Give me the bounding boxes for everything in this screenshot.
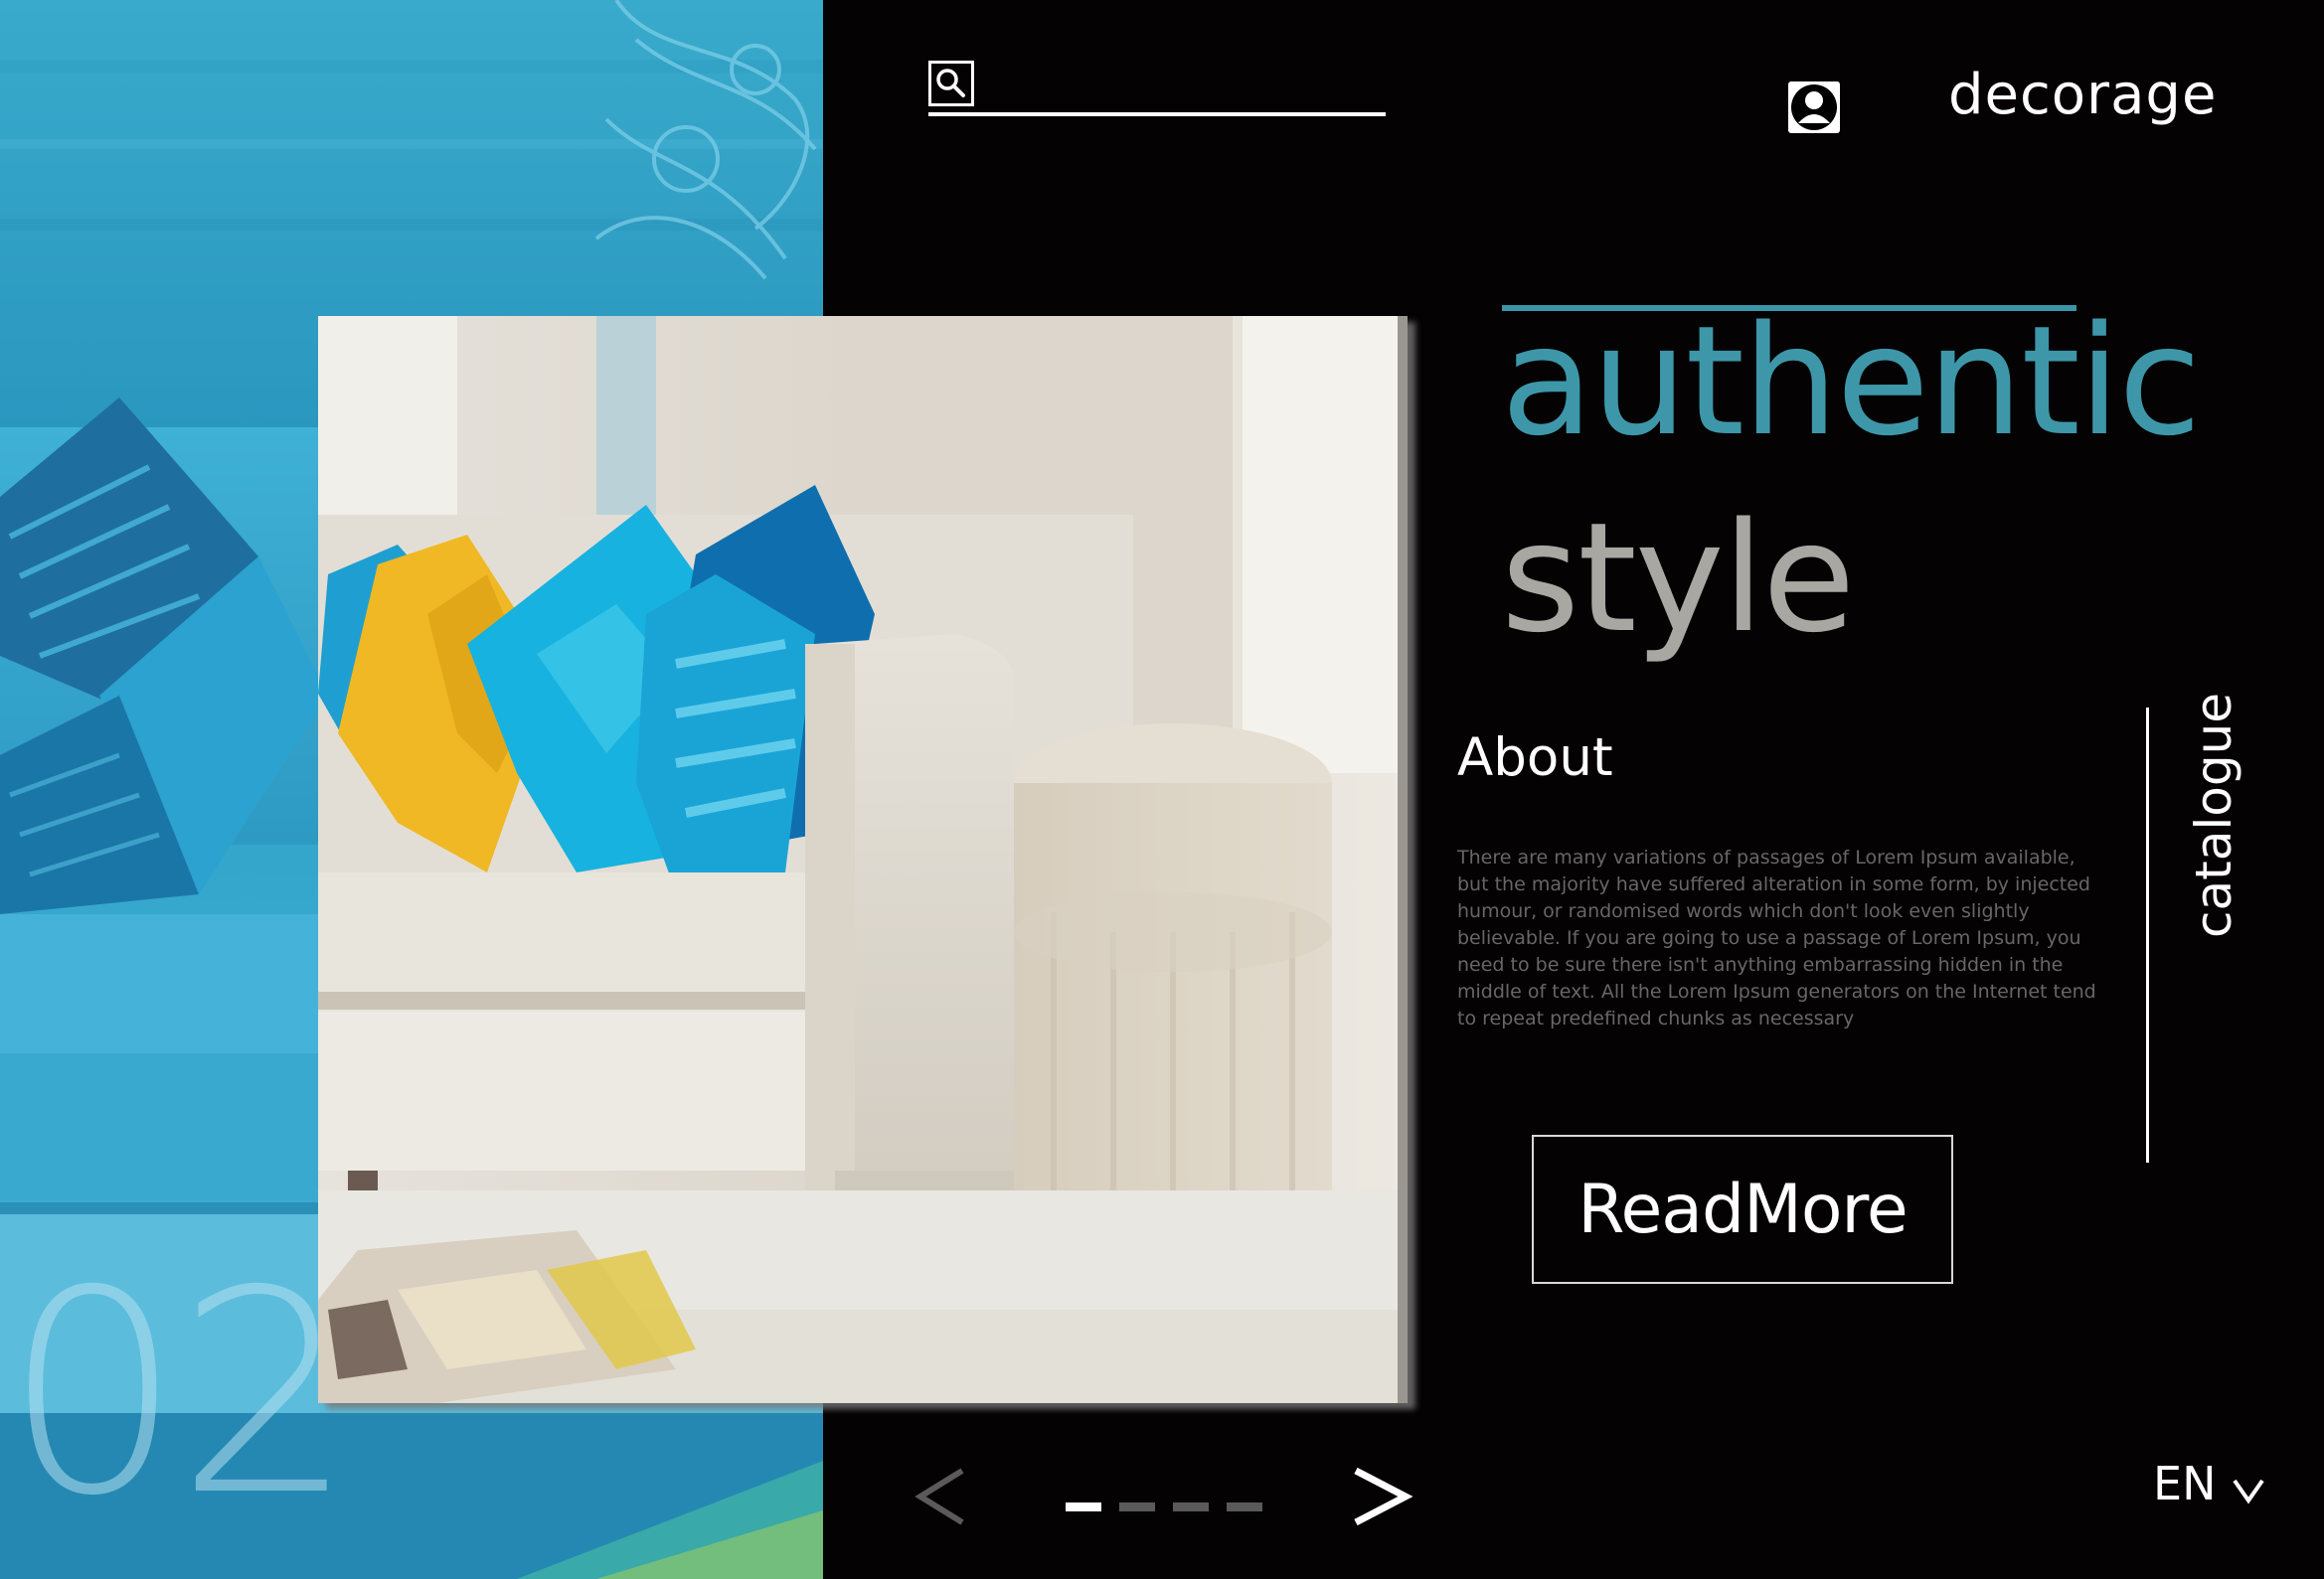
read-more-button[interactable]: ReadMore xyxy=(1532,1135,1953,1284)
search-input[interactable] xyxy=(982,67,1384,108)
about-title: About xyxy=(1457,727,1613,788)
about-body: There are many variations of passages of… xyxy=(1457,847,2096,1029)
chevron-down-icon xyxy=(2233,1479,2265,1504)
pagination xyxy=(1066,1502,1262,1512)
catalogue-label: catalogue xyxy=(2185,692,2242,938)
language-selector[interactable]: EN xyxy=(2153,1461,2265,1506)
pagination-dot-1[interactable] xyxy=(1066,1502,1101,1511)
headline-line-1: authentic xyxy=(1501,293,2202,469)
slide-number: 02 xyxy=(4,1230,355,1557)
pagination-dot-3[interactable] xyxy=(1173,1502,1209,1511)
hero-photo-art xyxy=(318,316,1408,1403)
chevron-right-icon[interactable] xyxy=(1344,1457,1419,1536)
brand-logo[interactable]: decorage xyxy=(1948,68,2217,123)
catalogue-link[interactable]: catalogue xyxy=(2185,693,2324,946)
user-icon[interactable] xyxy=(1787,80,1841,134)
chevron-left-icon[interactable] xyxy=(907,1457,976,1536)
catalogue-divider xyxy=(2146,708,2149,1163)
language-label: EN xyxy=(2153,1457,2217,1510)
search-icon[interactable] xyxy=(928,61,974,106)
hero-photo xyxy=(318,316,1408,1403)
pagination-dot-4[interactable] xyxy=(1227,1502,1262,1511)
search-bar[interactable] xyxy=(928,61,1386,116)
headline-line-2: style xyxy=(1501,490,1855,666)
pagination-dot-2[interactable] xyxy=(1119,1502,1155,1511)
